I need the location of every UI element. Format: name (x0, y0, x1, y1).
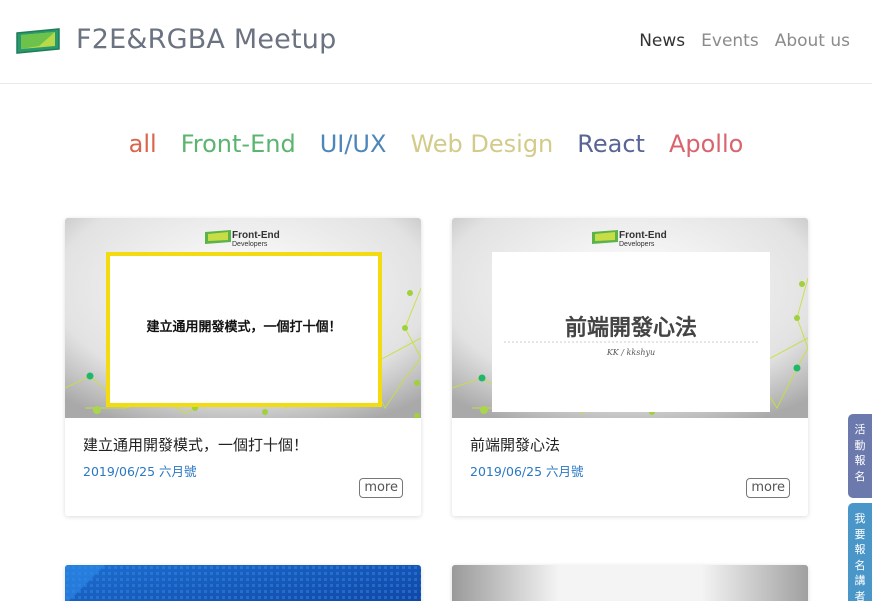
article-thumbnail[interactable] (65, 565, 421, 601)
slide-brand-text: Front-End (619, 230, 667, 241)
article-thumbnail[interactable] (452, 565, 808, 601)
article-date: 2019/06/25 六月號 (470, 464, 584, 479)
article-card[interactable] (65, 565, 421, 601)
category-filter: all Front-End UI/UX Web Design React Apo… (0, 130, 872, 158)
site-title[interactable]: F2E&RGBA Meetup (76, 24, 336, 55)
slide-subtitle-text: KK / kkshyu (606, 348, 655, 357)
category-apollo[interactable]: Apollo (669, 130, 743, 158)
slide-thumbnail-image: Front-End Developers 建立通用開發模式，一個打十個！ (65, 218, 421, 418)
side-tab-label: 活動報名 (854, 423, 866, 483)
side-tab-label: 我要報名講者 (854, 512, 866, 601)
article-card-body: 前端開發心法 2019/06/25 六月號 more (452, 418, 808, 516)
article-thumbnail[interactable]: Front-End Developers 建立通用開發模式，一個打十個！ (65, 218, 421, 418)
site-header: F2E&RGBA Meetup News Events About us (0, 0, 872, 84)
slide-brand-subtext: Developers (619, 241, 655, 248)
category-front-end[interactable]: Front-End (181, 130, 296, 158)
category-web-design[interactable]: Web Design (410, 130, 553, 158)
article-card-body: 建立通用開發模式，一個打十個！ 2019/06/25 六月號 more (65, 418, 421, 516)
more-button[interactable]: more (746, 478, 790, 498)
site-logo-icon[interactable] (15, 27, 61, 55)
main-nav: News Events About us (639, 31, 850, 51)
article-card[interactable] (452, 565, 808, 601)
article-title[interactable]: 前端開發心法 (470, 434, 790, 455)
category-all[interactable]: all (129, 130, 157, 158)
slide-brand-subtext: Developers (232, 241, 268, 248)
article-card[interactable]: Front-End Developers 前端開發心法 KK / kkshyu … (452, 218, 808, 516)
category-ui-ux[interactable]: UI/UX (320, 130, 387, 158)
category-react[interactable]: React (577, 130, 645, 158)
slide-title-text: 建立通用開發模式，一個打十個！ (146, 319, 341, 335)
article-date: 2019/06/25 六月號 (83, 464, 197, 479)
slide-brand-text: Front-End (232, 230, 280, 241)
slide-thumbnail-image: Front-End Developers 前端開發心法 KK / kkshyu (452, 218, 808, 418)
nav-news[interactable]: News (639, 31, 685, 51)
side-tab-speaker-signup[interactable]: 我要報名講者 (848, 503, 872, 601)
slide-title-text: 前端開發心法 (565, 315, 697, 341)
side-tab-event-signup[interactable]: 活動報名 (848, 414, 872, 498)
nav-about-us[interactable]: About us (775, 31, 850, 51)
more-button[interactable]: more (359, 478, 403, 498)
nav-events[interactable]: Events (701, 31, 759, 51)
article-card[interactable]: Front-End Developers 建立通用開發模式，一個打十個！ 建立通… (65, 218, 421, 516)
article-title[interactable]: 建立通用開發模式，一個打十個！ (83, 434, 403, 455)
article-thumbnail[interactable]: Front-End Developers 前端開發心法 KK / kkshyu (452, 218, 808, 418)
